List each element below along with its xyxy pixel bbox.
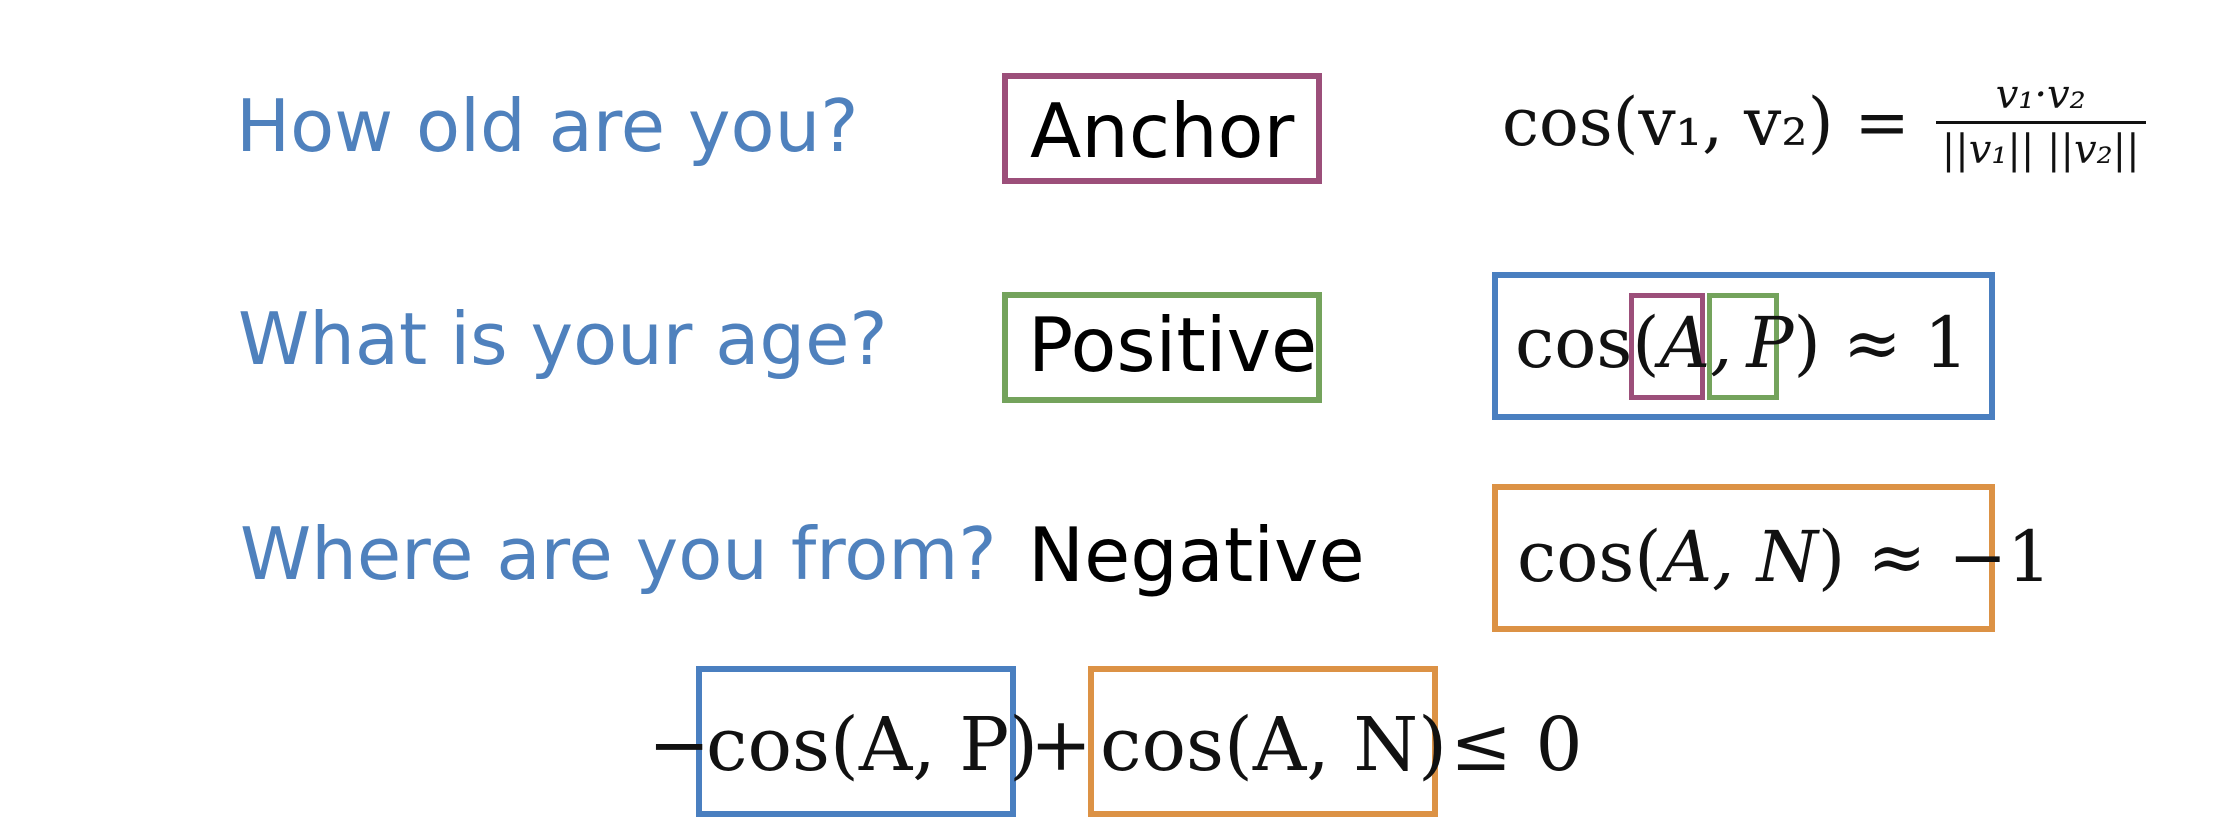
cos-ap-prefix: cos( bbox=[1515, 302, 1660, 384]
cos-ap-a: A, bbox=[1659, 302, 1733, 384]
cosine-fraction: v₁·v₂ ||v₁|| ||v₂|| bbox=[1935, 75, 2146, 173]
question-where-from: Where are you from? bbox=[240, 512, 997, 596]
cos-ap-formula: cos(A, P) ≈ 1 bbox=[1515, 308, 1969, 378]
loss-plus: + bbox=[1030, 702, 1093, 788]
cos-an-args: A, N bbox=[1661, 516, 1818, 598]
loss-term-ap: cos(A, P) bbox=[706, 702, 1038, 788]
loss-minus: − bbox=[648, 702, 711, 788]
loss-term-an: cos(A, N) bbox=[1100, 702, 1447, 788]
positive-label: Positive bbox=[1028, 301, 1318, 389]
cos-an-prefix: cos( bbox=[1517, 516, 1662, 598]
cos-ap-p: P bbox=[1746, 302, 1794, 384]
cos-ap-suffix: ) ≈ 1 bbox=[1793, 302, 1969, 384]
anchor-label: Anchor bbox=[1030, 87, 1295, 175]
cos-an-formula: cos(A, N) ≈ −1 bbox=[1517, 522, 2052, 592]
cosine-numerator: v₁·v₂ bbox=[1935, 75, 2146, 124]
negative-label: Negative bbox=[1028, 511, 1365, 599]
cosine-denominator: ||v₁|| ||v₂|| bbox=[1941, 127, 2140, 173]
cosine-formula: cos(v₁, v₂) = v₁·v₂ ||v₁|| ||v₂|| bbox=[1502, 75, 2146, 170]
loss-rhs: ≤ 0 bbox=[1450, 702, 1583, 788]
question-how-old: How old are you? bbox=[236, 84, 859, 168]
cos-an-suffix: ) ≈ −1 bbox=[1817, 516, 2052, 598]
cosine-formula-lhs: cos(v₁, v₂) = bbox=[1502, 83, 1910, 161]
question-what-age: What is your age? bbox=[238, 297, 888, 381]
